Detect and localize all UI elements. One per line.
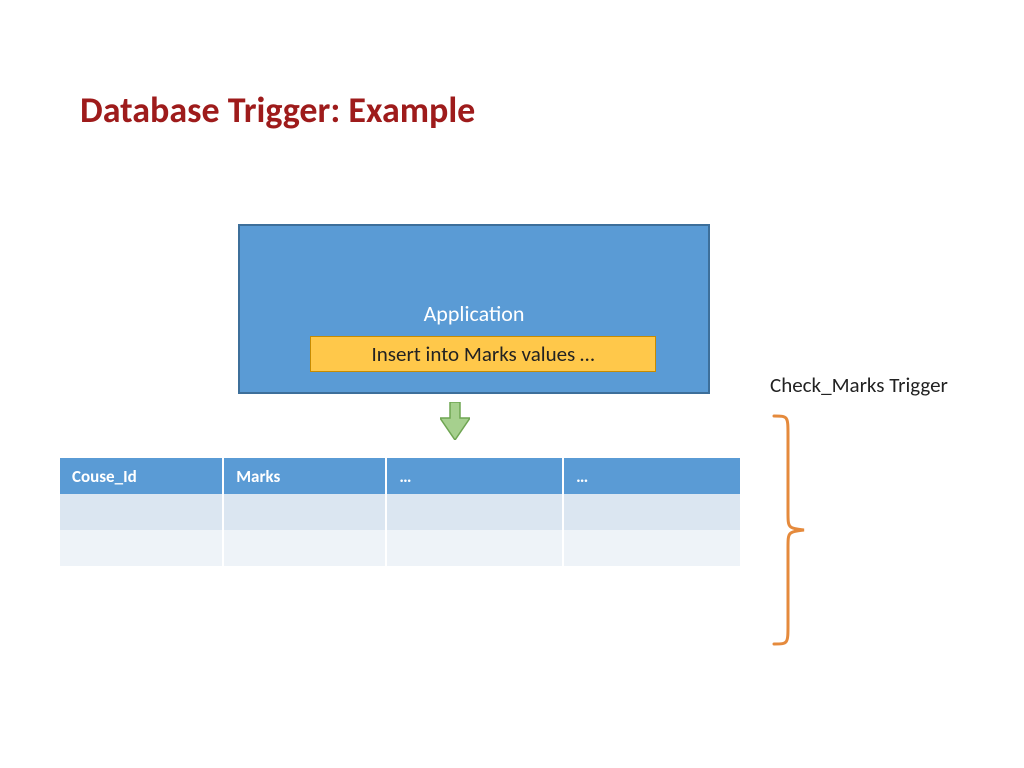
table-header-cell: Couse_Id xyxy=(60,458,223,494)
table-cell xyxy=(386,494,563,530)
table-cell xyxy=(386,530,563,566)
sql-statement-text: Insert into Marks values … xyxy=(371,341,594,367)
trigger-label: Check_Marks Trigger xyxy=(770,372,948,398)
table-header-cell: … xyxy=(386,458,563,494)
table-cell xyxy=(223,530,386,566)
table-header-cell: … xyxy=(563,458,740,494)
table-row xyxy=(60,530,740,566)
table-cell xyxy=(563,494,740,530)
table-cell xyxy=(563,530,740,566)
slide-title: Database Trigger: Example xyxy=(80,88,475,132)
marks-table: Couse_Id Marks … … xyxy=(60,458,740,566)
table-header-row: Couse_Id Marks … … xyxy=(60,458,740,494)
table-header-cell: Marks xyxy=(223,458,386,494)
table-cell xyxy=(60,530,223,566)
table-row xyxy=(60,494,740,530)
table-cell xyxy=(223,494,386,530)
application-label: Application xyxy=(240,300,708,327)
sql-statement-box: Insert into Marks values … xyxy=(310,336,656,372)
application-box: Application Insert into Marks values … xyxy=(238,224,710,394)
brace-icon xyxy=(770,412,808,648)
table-cell xyxy=(60,494,223,530)
slide: Database Trigger: Example Application In… xyxy=(0,0,1024,768)
down-arrow-icon xyxy=(440,402,470,440)
